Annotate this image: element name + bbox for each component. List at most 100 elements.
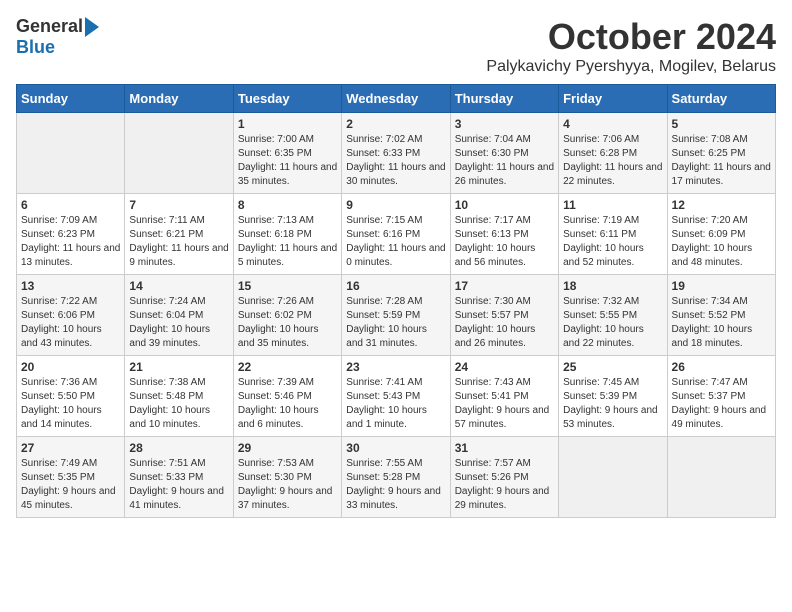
day-cell bbox=[559, 437, 667, 518]
day-cell: 6 Sunrise: 7:09 AM Sunset: 6:23 PM Daylig… bbox=[17, 194, 125, 275]
day-number: 12 bbox=[672, 198, 771, 212]
day-info: Sunrise: 7:34 AM Sunset: 5:52 PM Dayligh… bbox=[672, 295, 771, 351]
logo-general-text: General bbox=[16, 16, 83, 37]
day-cell: 31Sunrise: 7:57 AM Sunset: 5:26 PM Dayli… bbox=[450, 437, 558, 518]
day-cell: 22 Sunrise: 7:39 AM Sunset: 5:46 PM Dayli… bbox=[233, 356, 341, 437]
day-number: 1 bbox=[238, 117, 337, 131]
logo: General Blue bbox=[16, 16, 99, 58]
day-info: Sunrise: 7:22 AM Sunset: 6:06 PM Dayligh… bbox=[21, 295, 120, 351]
day-info: Sunrise: 7:17 AM Sunset: 6:13 PM Dayligh… bbox=[455, 214, 554, 270]
day-cell: 2 Sunrise: 7:02 AM Sunset: 6:33 PM Daylig… bbox=[342, 113, 450, 194]
day-number: 30 bbox=[346, 441, 445, 455]
column-header-friday: Friday bbox=[559, 85, 667, 113]
day-cell: 1 Sunrise: 7:00 AM Sunset: 6:35 PM Daylig… bbox=[233, 113, 341, 194]
column-header-saturday: Saturday bbox=[667, 85, 775, 113]
day-info: Sunrise: 7:43 AM Sunset: 5:41 PM Dayligh… bbox=[455, 376, 554, 432]
day-number: 9 bbox=[346, 198, 445, 212]
month-title: October 2024 bbox=[486, 16, 776, 58]
day-cell bbox=[125, 113, 233, 194]
day-cell: 28Sunrise: 7:51 AM Sunset: 5:33 PM Dayli… bbox=[125, 437, 233, 518]
day-info: Sunrise: 7:09 AM Sunset: 6:23 PM Dayligh… bbox=[21, 214, 120, 270]
day-cell: 14Sunrise: 7:24 AM Sunset: 6:04 PM Dayli… bbox=[125, 275, 233, 356]
day-number: 10 bbox=[455, 198, 554, 212]
day-number: 31 bbox=[455, 441, 554, 455]
day-number: 15 bbox=[238, 279, 337, 293]
day-cell bbox=[667, 437, 775, 518]
logo-blue-text: Blue bbox=[16, 37, 55, 58]
day-number: 21 bbox=[129, 360, 228, 374]
day-cell: 3Sunrise: 7:04 AM Sunset: 6:30 PM Daylig… bbox=[450, 113, 558, 194]
day-cell: 21 Sunrise: 7:38 AM Sunset: 5:48 PM Dayli… bbox=[125, 356, 233, 437]
day-number: 5 bbox=[672, 117, 771, 131]
day-info: Sunrise: 7:20 AM Sunset: 6:09 PM Dayligh… bbox=[672, 214, 771, 270]
day-info: Sunrise: 7:28 AM Sunset: 5:59 PM Dayligh… bbox=[346, 295, 445, 351]
day-info: Sunrise: 7:30 AM Sunset: 5:57 PM Dayligh… bbox=[455, 295, 554, 351]
day-number: 4 bbox=[563, 117, 662, 131]
day-number: 16 bbox=[346, 279, 445, 293]
column-header-tuesday: Tuesday bbox=[233, 85, 341, 113]
day-info: Sunrise: 7:47 AM Sunset: 5:37 PM Dayligh… bbox=[672, 376, 771, 432]
day-number: 11 bbox=[563, 198, 662, 212]
title-section: October 2024 Palykavichy Pyershyya, Mogi… bbox=[486, 16, 776, 76]
day-cell: 27Sunrise: 7:49 AM Sunset: 5:35 PM Dayli… bbox=[17, 437, 125, 518]
day-cell: 24 Sunrise: 7:43 AM Sunset: 5:41 PM Dayli… bbox=[450, 356, 558, 437]
day-cell: 23Sunrise: 7:41 AM Sunset: 5:43 PM Dayli… bbox=[342, 356, 450, 437]
day-cell bbox=[17, 113, 125, 194]
day-cell: 12 Sunrise: 7:20 AM Sunset: 6:09 PM Dayli… bbox=[667, 194, 775, 275]
day-cell: 7 Sunrise: 7:11 AM Sunset: 6:21 PM Daylig… bbox=[125, 194, 233, 275]
day-info: Sunrise: 7:15 AM Sunset: 6:16 PM Dayligh… bbox=[346, 214, 445, 270]
logo-arrow-icon bbox=[85, 17, 99, 37]
day-number: 29 bbox=[238, 441, 337, 455]
day-info: Sunrise: 7:26 AM Sunset: 6:02 PM Dayligh… bbox=[238, 295, 337, 351]
day-info: Sunrise: 7:13 AM Sunset: 6:18 PM Dayligh… bbox=[238, 214, 337, 270]
column-header-monday: Monday bbox=[125, 85, 233, 113]
day-info: Sunrise: 7:08 AM Sunset: 6:25 PM Dayligh… bbox=[672, 133, 771, 189]
day-info: Sunrise: 7:45 AM Sunset: 5:39 PM Dayligh… bbox=[563, 376, 662, 432]
day-info: Sunrise: 7:39 AM Sunset: 5:46 PM Dayligh… bbox=[238, 376, 337, 432]
day-number: 8 bbox=[238, 198, 337, 212]
day-number: 23 bbox=[346, 360, 445, 374]
week-row-5: 27Sunrise: 7:49 AM Sunset: 5:35 PM Dayli… bbox=[17, 437, 776, 518]
day-cell: 15 Sunrise: 7:26 AM Sunset: 6:02 PM Dayli… bbox=[233, 275, 341, 356]
day-cell: 10 Sunrise: 7:17 AM Sunset: 6:13 PM Dayli… bbox=[450, 194, 558, 275]
day-cell: 20 Sunrise: 7:36 AM Sunset: 5:50 PM Dayli… bbox=[17, 356, 125, 437]
day-number: 24 bbox=[455, 360, 554, 374]
day-number: 17 bbox=[455, 279, 554, 293]
day-number: 26 bbox=[672, 360, 771, 374]
day-number: 20 bbox=[21, 360, 120, 374]
day-info: Sunrise: 7:53 AM Sunset: 5:30 PM Dayligh… bbox=[238, 457, 337, 513]
day-number: 19 bbox=[672, 279, 771, 293]
day-number: 7 bbox=[129, 198, 228, 212]
day-number: 6 bbox=[21, 198, 120, 212]
day-info: Sunrise: 7:36 AM Sunset: 5:50 PM Dayligh… bbox=[21, 376, 120, 432]
day-info: Sunrise: 7:06 AM Sunset: 6:28 PM Dayligh… bbox=[563, 133, 662, 189]
day-info: Sunrise: 7:00 AM Sunset: 6:35 PM Dayligh… bbox=[238, 133, 337, 189]
day-cell: 11 Sunrise: 7:19 AM Sunset: 6:11 PM Dayli… bbox=[559, 194, 667, 275]
day-number: 14 bbox=[129, 279, 228, 293]
day-info: Sunrise: 7:49 AM Sunset: 5:35 PM Dayligh… bbox=[21, 457, 120, 513]
day-info: Sunrise: 7:51 AM Sunset: 5:33 PM Dayligh… bbox=[129, 457, 228, 513]
day-info: Sunrise: 7:19 AM Sunset: 6:11 PM Dayligh… bbox=[563, 214, 662, 270]
week-row-2: 6 Sunrise: 7:09 AM Sunset: 6:23 PM Daylig… bbox=[17, 194, 776, 275]
day-cell: 17 Sunrise: 7:30 AM Sunset: 5:57 PM Dayli… bbox=[450, 275, 558, 356]
day-cell: 30 Sunrise: 7:55 AM Sunset: 5:28 PM Dayli… bbox=[342, 437, 450, 518]
day-info: Sunrise: 7:02 AM Sunset: 6:33 PM Dayligh… bbox=[346, 133, 445, 189]
week-row-3: 13 Sunrise: 7:22 AM Sunset: 6:06 PM Dayli… bbox=[17, 275, 776, 356]
day-info: Sunrise: 7:11 AM Sunset: 6:21 PM Dayligh… bbox=[129, 214, 228, 270]
day-cell: 16 Sunrise: 7:28 AM Sunset: 5:59 PM Dayli… bbox=[342, 275, 450, 356]
day-number: 25 bbox=[563, 360, 662, 374]
day-cell: 25 Sunrise: 7:45 AM Sunset: 5:39 PM Dayli… bbox=[559, 356, 667, 437]
page-header: General Blue October 2024 Palykavichy Py… bbox=[16, 16, 776, 76]
week-row-4: 20 Sunrise: 7:36 AM Sunset: 5:50 PM Dayli… bbox=[17, 356, 776, 437]
day-info: Sunrise: 7:55 AM Sunset: 5:28 PM Dayligh… bbox=[346, 457, 445, 513]
day-cell: 29 Sunrise: 7:53 AM Sunset: 5:30 PM Dayli… bbox=[233, 437, 341, 518]
day-cell: 8 Sunrise: 7:13 AM Sunset: 6:18 PM Daylig… bbox=[233, 194, 341, 275]
day-number: 2 bbox=[346, 117, 445, 131]
day-number: 13 bbox=[21, 279, 120, 293]
day-number: 3 bbox=[455, 117, 554, 131]
day-info: Sunrise: 7:38 AM Sunset: 5:48 PM Dayligh… bbox=[129, 376, 228, 432]
calendar-table: SundayMondayTuesdayWednesdayThursdayFrid… bbox=[16, 84, 776, 518]
day-cell: 26 Sunrise: 7:47 AM Sunset: 5:37 PM Dayli… bbox=[667, 356, 775, 437]
day-number: 22 bbox=[238, 360, 337, 374]
day-number: 18 bbox=[563, 279, 662, 293]
